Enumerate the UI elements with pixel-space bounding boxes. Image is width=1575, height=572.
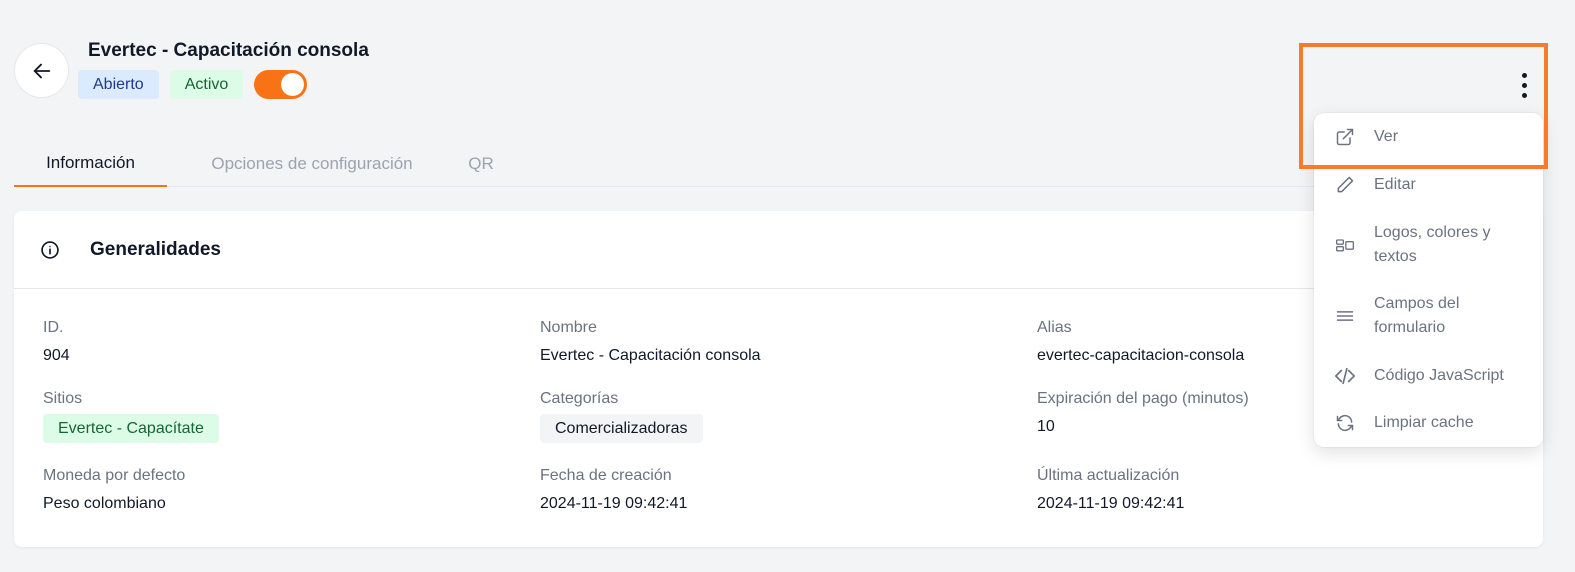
field-label: Expiración del pago (minutos) xyxy=(1037,390,1249,407)
category-chip: Comercializadoras xyxy=(540,414,703,443)
field-value: 904 xyxy=(43,347,70,364)
field-value: 2024-11-19 09:42:41 xyxy=(1037,495,1185,512)
field-label: Última actualización xyxy=(1037,467,1180,484)
status-badges: Abierto Activo xyxy=(78,70,308,99)
field-ultima-actualizacion: Última actualización 2024-11-19 09:42:41 xyxy=(1037,467,1184,513)
field-expiracion: Expiración del pago (minutos) 10 xyxy=(1037,390,1249,436)
field-label: Sitios xyxy=(43,390,83,407)
tab-bar: Información Opciones de configuración QR xyxy=(14,140,1314,187)
menu-item-label: Campos del formulario xyxy=(1374,295,1460,336)
actions-dropdown-menu: Ver Editar Logos, colores y textos Campo… xyxy=(1314,113,1543,447)
field-label: ID. xyxy=(43,319,64,336)
layout-icon xyxy=(1334,234,1356,256)
tab-qr[interactable]: QR xyxy=(461,140,501,187)
field-value: Evertec - Capacitación consola xyxy=(540,347,761,364)
toggle-knob xyxy=(281,73,305,96)
arrow-left-icon xyxy=(33,63,50,78)
menu-item-label: Editar xyxy=(1374,176,1416,193)
info-icon xyxy=(41,240,59,259)
field-id: ID. 904 xyxy=(43,319,70,365)
status-badge-open: Abierto xyxy=(78,70,159,99)
status-badge-active: Activo xyxy=(169,70,244,99)
menu-item-editar[interactable]: Editar xyxy=(1314,173,1543,197)
menu-item-label: Logos, colores y textos xyxy=(1374,224,1491,265)
tab-informacion[interactable]: Información xyxy=(14,140,167,187)
code-icon xyxy=(1334,365,1356,387)
menu-item-ver[interactable]: Ver xyxy=(1314,125,1543,149)
field-sitios: Sitios Evertec - Capacítate xyxy=(43,390,219,443)
refresh-icon xyxy=(1334,412,1356,434)
field-alias: Alias evertec-capacitacion-consola xyxy=(1037,319,1244,365)
page-title: Evertec - Capacitación consola xyxy=(88,40,369,61)
menu-item-limpiar-cache[interactable]: Limpiar cache xyxy=(1314,411,1543,435)
field-nombre: Nombre Evertec - Capacitación consola xyxy=(540,319,761,365)
menu-item-campos-formulario[interactable]: Campos del formulario xyxy=(1314,292,1543,340)
field-label: Moneda por defecto xyxy=(43,467,186,484)
field-fecha-creacion: Fecha de creación 2024-11-19 09:42:41 xyxy=(540,467,687,513)
field-value: evertec-capacitacion-consola xyxy=(1037,347,1245,364)
menu-item-logos-colores-textos[interactable]: Logos, colores y textos xyxy=(1314,221,1543,269)
field-label: Categorías xyxy=(540,390,619,407)
back-button[interactable] xyxy=(14,43,69,98)
external-link-icon xyxy=(1334,126,1356,148)
pencil-icon xyxy=(1334,174,1356,196)
field-label: Fecha de creación xyxy=(540,467,672,484)
menu-lines-icon xyxy=(1334,305,1356,327)
more-options-icon[interactable] xyxy=(1514,70,1534,100)
site-chip: Evertec - Capacítate xyxy=(43,414,219,443)
field-value: Peso colombiano xyxy=(43,495,166,512)
tab-opciones-configuracion[interactable]: Opciones de configuración xyxy=(189,140,435,187)
active-toggle[interactable] xyxy=(254,70,308,99)
card-title: Generalidades xyxy=(90,238,221,260)
menu-item-label: Ver xyxy=(1374,128,1399,145)
field-value: 10 xyxy=(1037,418,1055,435)
field-value: 2024-11-19 09:42:41 xyxy=(540,495,688,512)
menu-item-label: Limpiar cache xyxy=(1374,414,1474,431)
menu-item-label: Código JavaScript xyxy=(1374,367,1504,384)
field-categorias: Categorías Comercializadoras xyxy=(540,390,703,443)
field-moneda: Moneda por defecto Peso colombiano xyxy=(43,467,185,513)
field-label: Nombre xyxy=(540,319,597,336)
menu-item-codigo-javascript[interactable]: Código JavaScript xyxy=(1314,364,1543,388)
field-label: Alias xyxy=(1037,319,1072,336)
